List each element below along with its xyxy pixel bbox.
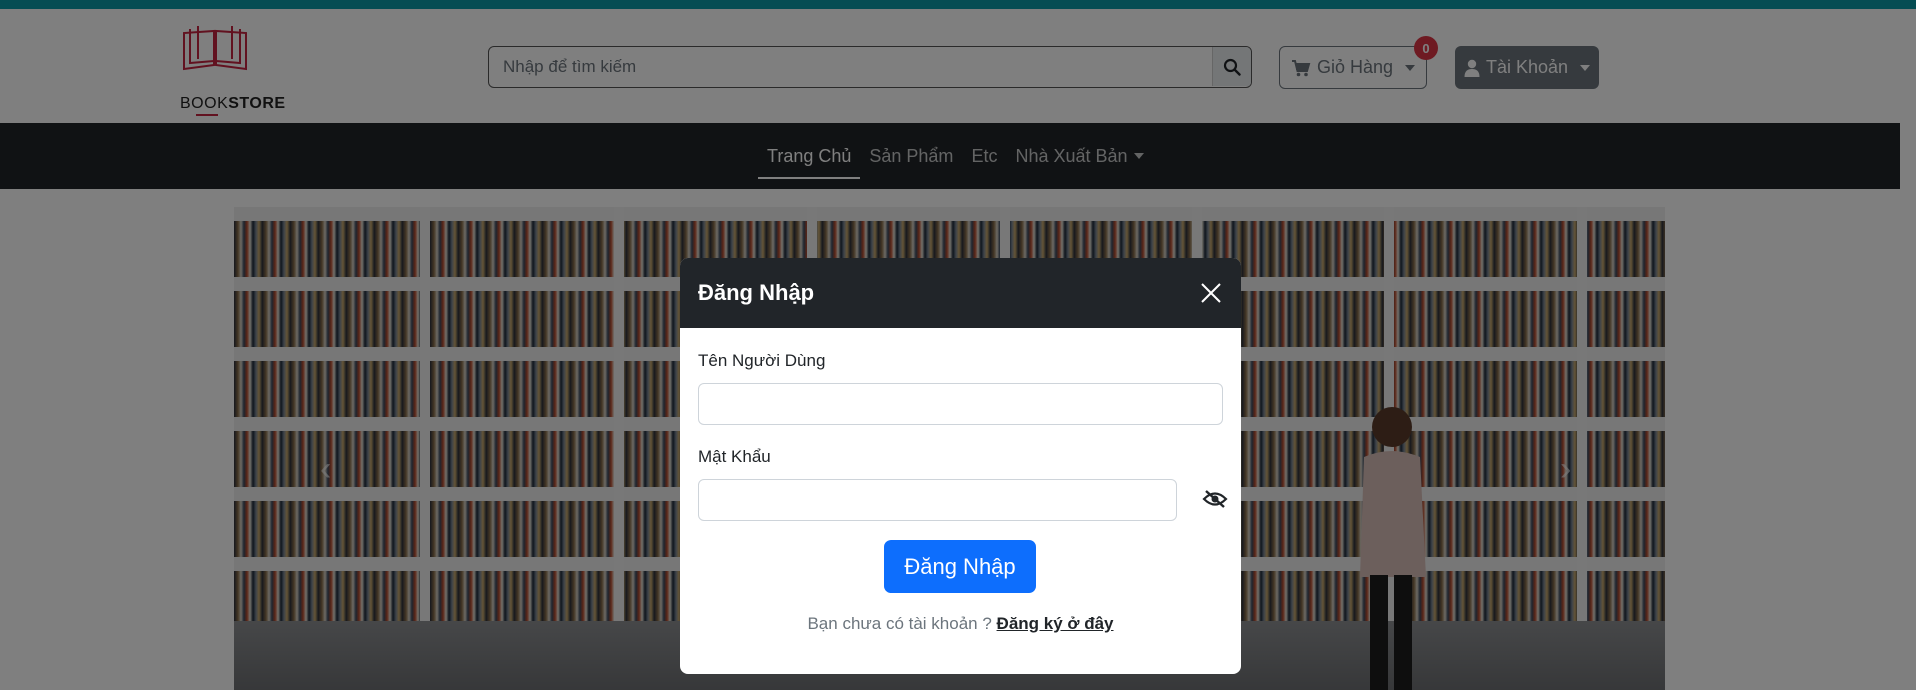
eye-slash-icon[interactable] (1202, 489, 1228, 509)
register-prompt-text: Bạn chưa có tài khoản ? (807, 614, 992, 633)
username-field[interactable] (698, 383, 1223, 425)
register-link[interactable]: Đăng ký ở đây (997, 614, 1114, 633)
login-modal: Đăng Nhập Tên Người Dùng Mật Khẩu Đăng N… (680, 258, 1241, 674)
modal-title: Đăng Nhập (698, 280, 815, 305)
modal-header: Đăng Nhập (680, 258, 1241, 328)
register-prompt: Bạn chưa có tài khoản ? Đăng ký ở đây (680, 614, 1241, 634)
login-submit-button[interactable]: Đăng Nhập (884, 540, 1036, 593)
close-icon[interactable] (1200, 282, 1222, 304)
username-label: Tên Người Dùng (698, 351, 826, 370)
password-field[interactable] (698, 479, 1177, 521)
password-label: Mật Khẩu (698, 447, 771, 466)
